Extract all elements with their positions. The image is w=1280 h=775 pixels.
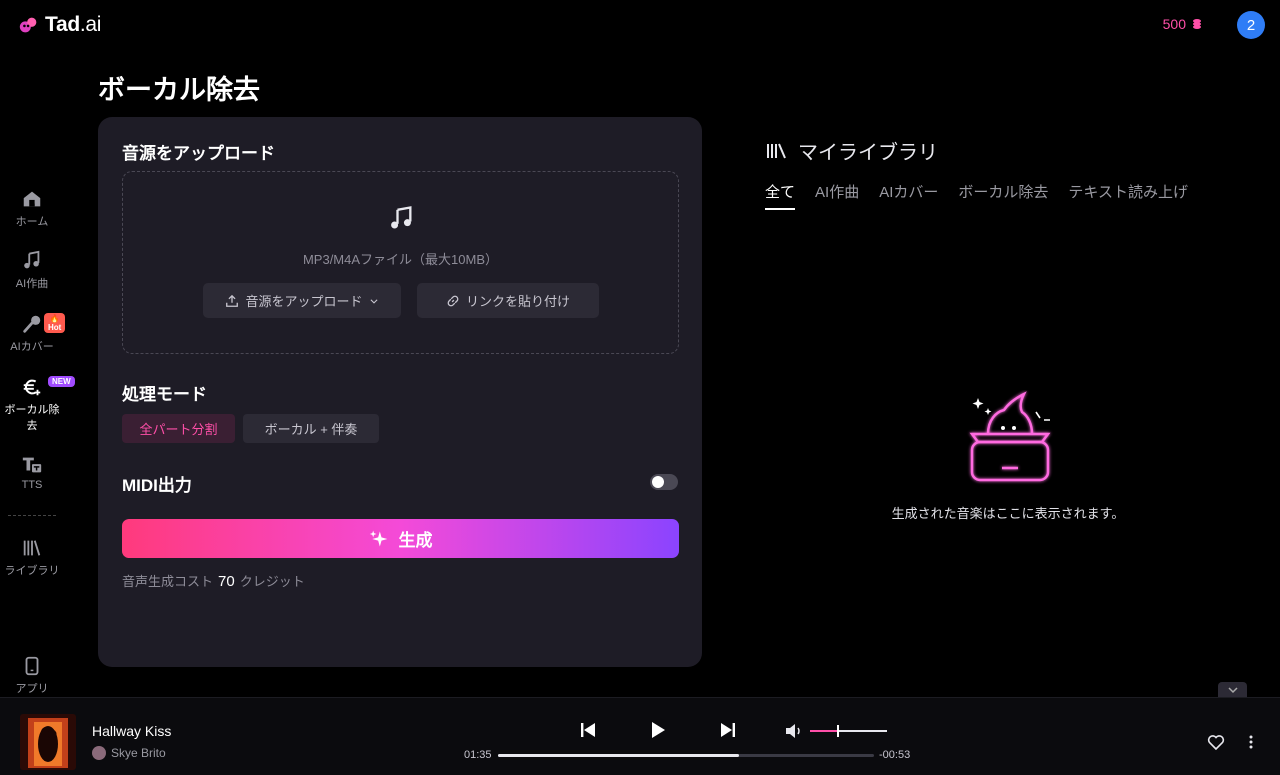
music-player: Hallway Kiss Skye Brito 01:35 -00:53 [0,697,1280,775]
track-title[interactable]: Hallway Kiss [92,723,171,739]
mode-option-vocal-accompaniment[interactable]: ボーカル + 伴奏 [243,414,379,443]
upload-section-title: 音源をアップロード [122,144,275,163]
empty-box-icon [969,391,1051,482]
volume-slider[interactable] [810,725,887,737]
artist-avatar [92,746,106,760]
mode-section-title: 処理モード [122,385,207,404]
library-empty-message: 生成された音楽はここに表示されます。 [891,506,1125,521]
more-options-icon[interactable] [1246,734,1256,750]
new-badge: NEW [48,376,75,387]
library-title: マイライブラリ [766,136,938,165]
cost-prefix: 音声生成コスト [122,574,214,589]
tab-ai-cover[interactable]: AIカバー [879,181,938,210]
library-tabs: 全て AI作曲 AIカバー ボーカル除去 テキスト読み上げ [765,181,1188,210]
music-note-icon [24,250,40,269]
microphone-icon [23,315,41,333]
album-cover[interactable] [20,714,76,770]
paste-link-button[interactable]: リンクを貼り付け [417,283,599,318]
track-artist[interactable]: Skye Brito [92,746,166,760]
paste-link-label: リンクを貼り付け [465,294,570,309]
link-icon [447,295,459,306]
tab-all[interactable]: 全て [765,181,796,210]
heart-icon[interactable] [1207,734,1225,750]
artist-name: Skye Brito [111,746,166,760]
sparkle-icon [369,530,387,546]
sidebar-item-label: ボーカル除去 [4,404,60,432]
tab-ai-compose[interactable]: AI作曲 [815,181,859,210]
tad-logo-icon [19,17,37,33]
library-icon [23,540,41,556]
sidebar-item-label: AI作曲 [15,278,49,290]
music-note-icon [391,206,412,229]
tab-text-to-speech[interactable]: テキスト読み上げ [1068,181,1188,210]
remaining-time: -00:53 [879,749,911,761]
next-track-icon[interactable] [718,720,738,740]
phone-icon [25,656,39,676]
vocal-remove-panel: 音源をアップロード MP3/M4Aファイル（最大10MB） 音源をアップロード … [98,117,702,667]
credits-display[interactable]: 500 [1163,16,1202,32]
collapse-player-button[interactable] [1218,682,1247,698]
sidebar-item-label: アプリ [15,683,49,695]
sidebar-divider [8,515,56,516]
logo-text: Tad.ai [45,13,102,36]
volume-fill [810,730,837,732]
volume-icon[interactable] [785,723,803,739]
upload-dropzone[interactable]: MP3/M4Aファイル（最大10MB） 音源をアップロード リンクを貼り付け [122,171,679,354]
library-icon [767,143,786,158]
cost-amount: 70 [218,573,235,590]
sidebar-item-label: AIカバー [10,341,54,353]
sidebar-item-app[interactable]: アプリ [0,655,64,696]
logo[interactable]: Tad.ai [18,13,101,37]
credits-count: 500 [1162,16,1186,32]
cost-info: 音声生成コスト 70 クレジット [122,571,305,590]
home-icon [23,191,41,207]
upload-hint: MP3/M4Aファイル（最大10MB） [302,252,499,267]
page-title: ボーカル除去 [98,75,260,105]
midi-output-toggle[interactable] [650,474,678,490]
sidebar-item-label: ホーム [15,216,49,228]
volume-knob[interactable] [836,725,839,737]
upload-icon [226,294,239,307]
previous-track-icon[interactable] [578,720,598,740]
coin-icon [1193,19,1201,29]
avatar-letter: 2 [1246,16,1256,34]
sidebar-item-label: ライブラリ [4,565,60,577]
mode-option-all-parts[interactable]: 全パート分割 [122,414,235,443]
elapsed-time: 01:35 [464,749,492,761]
midi-output-label: MIDI出力 [122,476,192,495]
tab-vocal-remove[interactable]: ボーカル除去 [958,181,1048,210]
progress-bar[interactable] [498,754,874,757]
sidebar-item-library[interactable]: ライブラリ [0,537,64,578]
sidebar-item-label: TTS [21,479,43,491]
generate-label: 生成 [398,531,433,550]
sidebar-item-vocal-remove[interactable]: NEW ボーカル除去 [0,376,75,433]
cost-suffix: クレジット [239,574,305,589]
upload-audio-button[interactable]: 音源をアップロード [203,283,401,318]
upload-audio-label: 音源をアップロード [245,294,363,309]
sidebar-item-ai-compose[interactable]: AI作曲 [0,250,64,291]
chevron-down-icon [369,298,378,304]
vocal-remove-icon [23,379,41,396]
play-icon[interactable] [648,720,668,740]
hot-badge: 🔥Hot [44,313,66,333]
sidebar-item-ai-cover[interactable]: 🔥Hot AIカバー [0,313,66,354]
sidebar-item-home[interactable]: ホーム [0,188,64,229]
library-title-text: マイライブラリ [798,142,938,164]
sidebar-item-tts[interactable]: TTS [0,454,64,491]
progress-fill [498,754,739,757]
chevron-down-icon [1227,687,1238,694]
tts-icon [22,457,42,473]
generate-button[interactable]: 生成 [122,519,679,558]
user-avatar[interactable]: 2 [1237,11,1265,39]
